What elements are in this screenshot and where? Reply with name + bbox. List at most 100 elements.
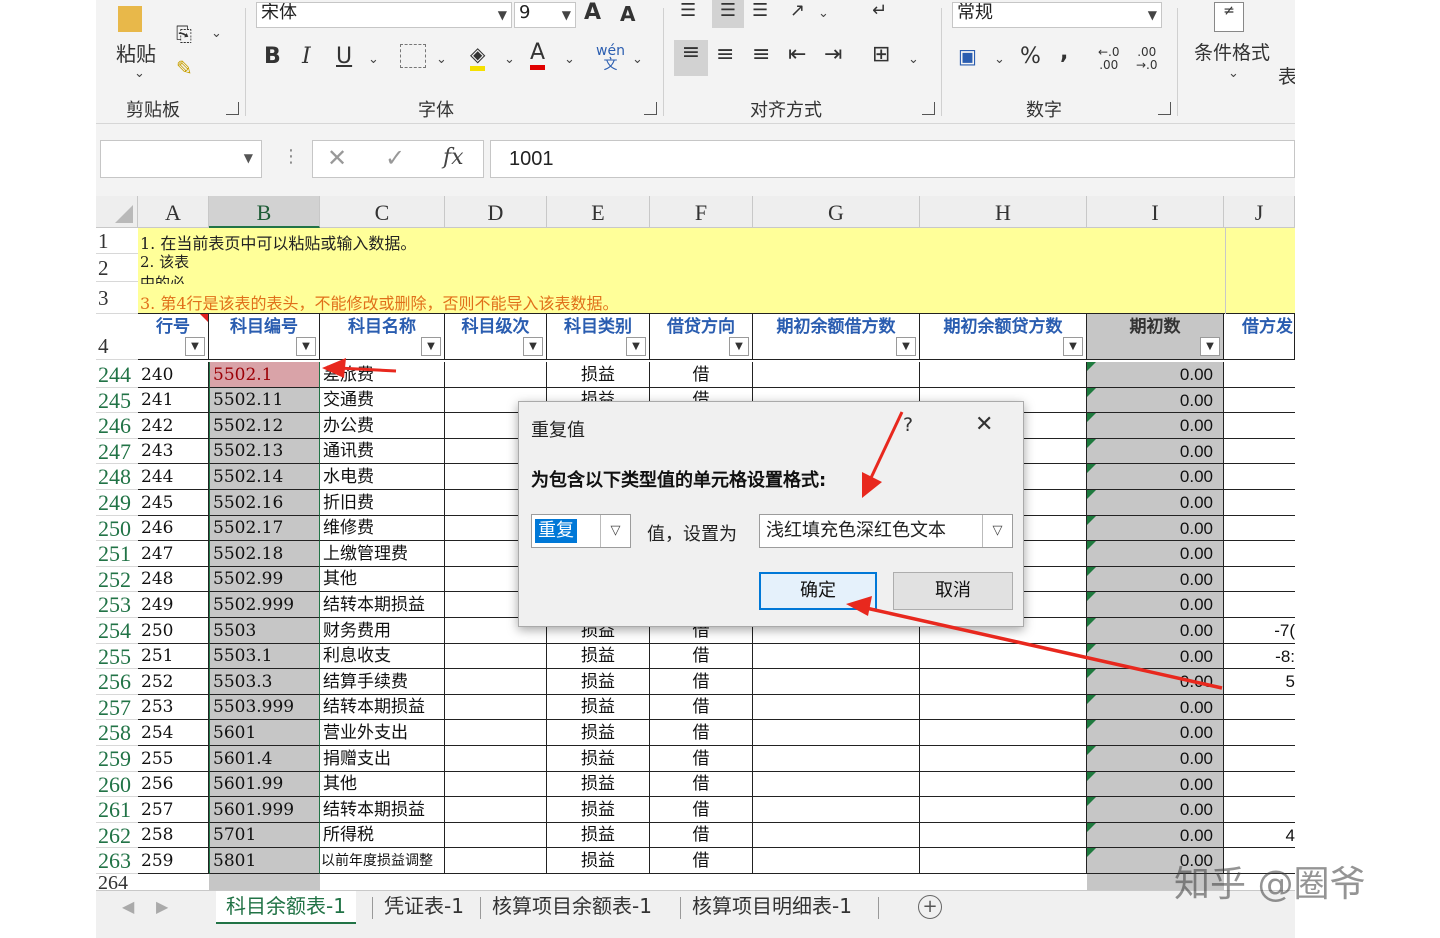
bold-button[interactable]: B <box>264 44 281 69</box>
filter-dropdown-icon[interactable]: ▼ <box>729 337 749 356</box>
cell[interactable]: 财务费用 <box>320 618 445 644</box>
conditional-format-icon[interactable]: ≠ <box>1214 2 1244 32</box>
cell[interactable] <box>753 362 920 388</box>
cell[interactable]: 其他 <box>320 567 445 592</box>
column-header[interactable]: J <box>1224 196 1295 228</box>
font-name-select[interactable]: 宋体 ▼ <box>256 2 512 28</box>
cell[interactable]: 借 <box>650 848 753 874</box>
row-header[interactable]: 258 <box>96 720 138 746</box>
font-launcher-icon[interactable] <box>644 102 657 115</box>
cell[interactable]: 0.00 <box>1087 592 1224 618</box>
cell[interactable]: 247 <box>138 541 209 567</box>
cell[interactable]: -8: <box>1224 644 1295 669</box>
cell[interactable] <box>1224 720 1295 746</box>
cell[interactable]: 0.00 <box>1087 618 1224 644</box>
cell[interactable] <box>753 644 920 669</box>
row-header[interactable]: 250 <box>96 516 138 541</box>
format-painter-icon[interactable]: ✎ <box>176 56 193 80</box>
cell[interactable] <box>1224 464 1295 490</box>
format-table-button[interactable]: 表 <box>1278 62 1295 89</box>
format-style-select[interactable]: 浅红填充色深红色文本 ▽ <box>759 514 1013 548</box>
selected-cell[interactable]: 5701 <box>209 823 320 848</box>
selected-cell[interactable]: 5503 <box>209 618 320 644</box>
cell[interactable]: 所得税 <box>320 823 445 848</box>
selected-cell[interactable]: 5502.99 <box>209 567 320 592</box>
add-sheet-icon[interactable]: + <box>918 895 942 919</box>
row-header[interactable]: 3 <box>96 282 138 314</box>
cell[interactable]: 通讯费 <box>320 439 445 464</box>
paste-dropdown-icon[interactable]: ⌄ <box>134 66 145 81</box>
cell[interactable] <box>920 695 1087 720</box>
cell[interactable]: 251 <box>138 644 209 669</box>
cell[interactable] <box>1224 439 1295 464</box>
number-format-select[interactable]: 常规 ▼ <box>952 2 1162 28</box>
align-top-icon[interactable]: ☰ <box>680 0 696 21</box>
fill-dropdown-icon[interactable]: ⌄ <box>504 52 515 67</box>
percent-button[interactable]: % <box>1020 44 1041 69</box>
cell[interactable]: 0.00 <box>1087 516 1224 541</box>
chevron-down-icon[interactable]: ▽ <box>982 515 1012 547</box>
cell[interactable]: 损益 <box>547 848 650 874</box>
phonetic-dropdown-icon[interactable]: ⌄ <box>632 52 643 67</box>
row-header[interactable]: 253 <box>96 592 138 618</box>
cell[interactable] <box>1224 797 1295 823</box>
row-header[interactable]: 254 <box>96 618 138 644</box>
cell[interactable]: 水电费 <box>320 464 445 490</box>
row-header[interactable]: 260 <box>96 772 138 797</box>
cell[interactable]: 捐赠支出 <box>320 746 445 772</box>
row-header[interactable]: 255 <box>96 644 138 669</box>
cell[interactable]: 242 <box>138 413 209 439</box>
column-header[interactable]: E <box>547 196 650 228</box>
underline-button[interactable]: U <box>336 44 352 69</box>
cell[interactable]: 0.00 <box>1087 439 1224 464</box>
selected-cell[interactable]: 5502.12 <box>209 413 320 439</box>
font-size-select[interactable]: 9 ▼ <box>514 2 576 28</box>
close-icon[interactable]: ✕ <box>975 412 993 437</box>
cell[interactable]: 借 <box>650 669 753 695</box>
cell[interactable] <box>920 362 1087 388</box>
cell[interactable] <box>920 669 1087 695</box>
selected-cell[interactable]: 5503.3 <box>209 669 320 695</box>
table-row[interactable]: 255 251 5503.1 利息收支 损益 借 0.00 -8: <box>96 644 1295 669</box>
row-header[interactable]: 262 <box>96 823 138 848</box>
cell[interactable]: -7( <box>1224 618 1295 644</box>
cell[interactable]: 252 <box>138 669 209 695</box>
cell[interactable]: 0.00 <box>1087 541 1224 567</box>
cell[interactable] <box>753 772 920 797</box>
row-header[interactable]: 263 <box>96 848 138 874</box>
cell[interactable] <box>445 848 547 874</box>
cell[interactable] <box>920 644 1087 669</box>
column-header[interactable]: C <box>320 196 445 228</box>
shrink-font-button[interactable]: A <box>620 2 635 26</box>
cell[interactable]: 损益 <box>547 772 650 797</box>
filter-dropdown-icon[interactable]: ▼ <box>296 337 316 356</box>
cell[interactable]: 借 <box>650 362 753 388</box>
copy-icon[interactable]: ⎘ <box>176 22 192 46</box>
cell[interactable]: 250 <box>138 618 209 644</box>
orientation-dropdown-icon[interactable]: ⌄ <box>818 6 829 21</box>
selected-cell[interactable]: 5601.999 <box>209 797 320 823</box>
border-dropdown-icon[interactable]: ⌄ <box>436 52 447 67</box>
selected-cell[interactable]: 5502.14 <box>209 464 320 490</box>
row-header[interactable]: 4 <box>96 314 138 360</box>
cell[interactable]: 246 <box>138 516 209 541</box>
cell[interactable]: 0.00 <box>1087 772 1224 797</box>
cell[interactable] <box>1224 413 1295 439</box>
column-header[interactable]: I <box>1087 196 1224 228</box>
cell[interactable]: 4 <box>1224 823 1295 848</box>
selected-cell[interactable]: 5503.1 <box>209 644 320 669</box>
cell[interactable]: 243 <box>138 439 209 464</box>
table-row[interactable]: 258 254 5601 营业外支出 损益 借 0.00 <box>96 720 1295 746</box>
row-header[interactable]: 252 <box>96 567 138 592</box>
selected-cell[interactable]: 5502.18 <box>209 541 320 567</box>
cell[interactable]: 结转本期损益 <box>320 797 445 823</box>
formula-input[interactable]: 1001 <box>490 140 1295 178</box>
row-header[interactable]: 244 <box>96 362 138 388</box>
cell[interactable]: 0.00 <box>1087 413 1224 439</box>
merge-dropdown-icon[interactable]: ⌄ <box>908 52 919 67</box>
table-row[interactable]: 257 253 5503.999 结转本期损益 损益 借 0.00 <box>96 695 1295 720</box>
column-header[interactable]: G <box>753 196 920 228</box>
selected-cell[interactable]: 5502.13 <box>209 439 320 464</box>
cell[interactable]: 借 <box>650 746 753 772</box>
cell[interactable]: 折旧费 <box>320 490 445 516</box>
